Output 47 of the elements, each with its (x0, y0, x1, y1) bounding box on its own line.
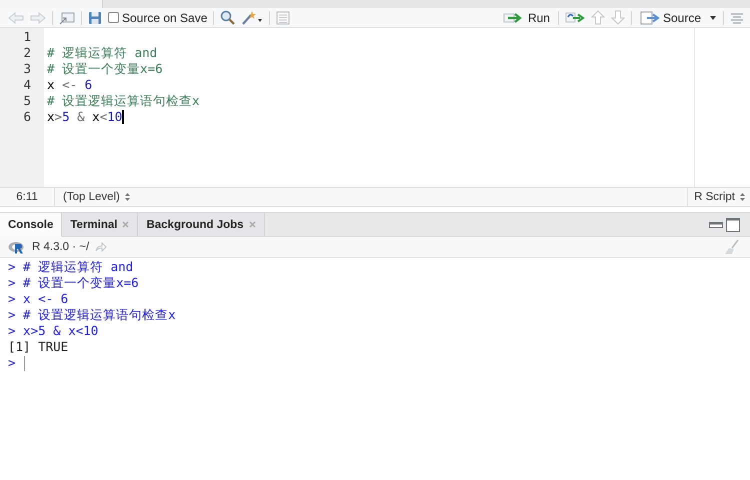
window-icon[interactable] (59, 10, 75, 24)
text-cursor (24, 356, 25, 370)
minimize-icon[interactable] (709, 222, 723, 228)
r-logo-icon (8, 240, 26, 254)
source-on-save-checkbox[interactable]: Source on Save (108, 10, 208, 24)
console-input-line: > # 逻辑运算符 and (8, 259, 134, 275)
run-button[interactable]: Run (500, 9, 552, 26)
maximize-icon[interactable] (726, 218, 740, 232)
up-down-caret-icon[interactable] (739, 192, 746, 202)
session-info: R 4.3.0 · ~/ (32, 241, 90, 253)
close-icon[interactable] (248, 221, 256, 228)
scope-selector[interactable]: (Top Level) (63, 191, 120, 203)
console-input-line: > # 设置逻辑运算语句检查x (8, 307, 176, 323)
file-type-selector[interactable]: R Script (694, 191, 735, 203)
down-arrow-icon[interactable] (610, 10, 625, 25)
console-input-line: > x <- 6 (8, 291, 68, 307)
line-number: 5 (22, 93, 32, 109)
menu-icon[interactable] (730, 12, 744, 24)
line-number: 1 (22, 29, 32, 45)
outline-icon[interactable] (276, 10, 290, 24)
console-input-line: > x>5 & x<10 (8, 323, 98, 339)
save-icon[interactable] (88, 10, 102, 24)
line-number: 3 (22, 61, 32, 77)
console-input-line: > # 设置一个变量x=6 (8, 275, 139, 291)
search-icon[interactable] (220, 10, 236, 25)
up-down-caret-icon[interactable] (124, 192, 131, 202)
code-line: # 逻辑运算符 and (47, 45, 158, 61)
close-icon[interactable] (122, 221, 130, 228)
code-line: # 设置逻辑运算语句检查x (47, 93, 200, 109)
go-to-directory-icon[interactable] (95, 242, 108, 252)
clear-console-icon[interactable] (724, 239, 740, 255)
line-number: 4 (22, 77, 32, 93)
code-line: # 设置一个变量x=6 (47, 61, 163, 77)
console-prompt: > (8, 355, 16, 371)
code-line: x>5 & x<10 (47, 109, 122, 125)
code-line: x <- 6 (47, 77, 92, 93)
rerun-icon[interactable] (564, 12, 585, 24)
magic-wand-icon[interactable] (241, 10, 264, 25)
cursor-position: 6:11 (0, 188, 55, 206)
line-number: 6 (22, 109, 32, 125)
up-arrow-icon[interactable] (590, 10, 605, 25)
console-output-line: [1] TRUE (8, 339, 68, 355)
source-button[interactable]: Source (638, 9, 703, 26)
line-number: 2 (22, 45, 32, 61)
caret-icon[interactable] (709, 14, 717, 22)
source-arrow-icon (640, 10, 660, 24)
pane-tab[interactable]: Console (0, 213, 62, 237)
